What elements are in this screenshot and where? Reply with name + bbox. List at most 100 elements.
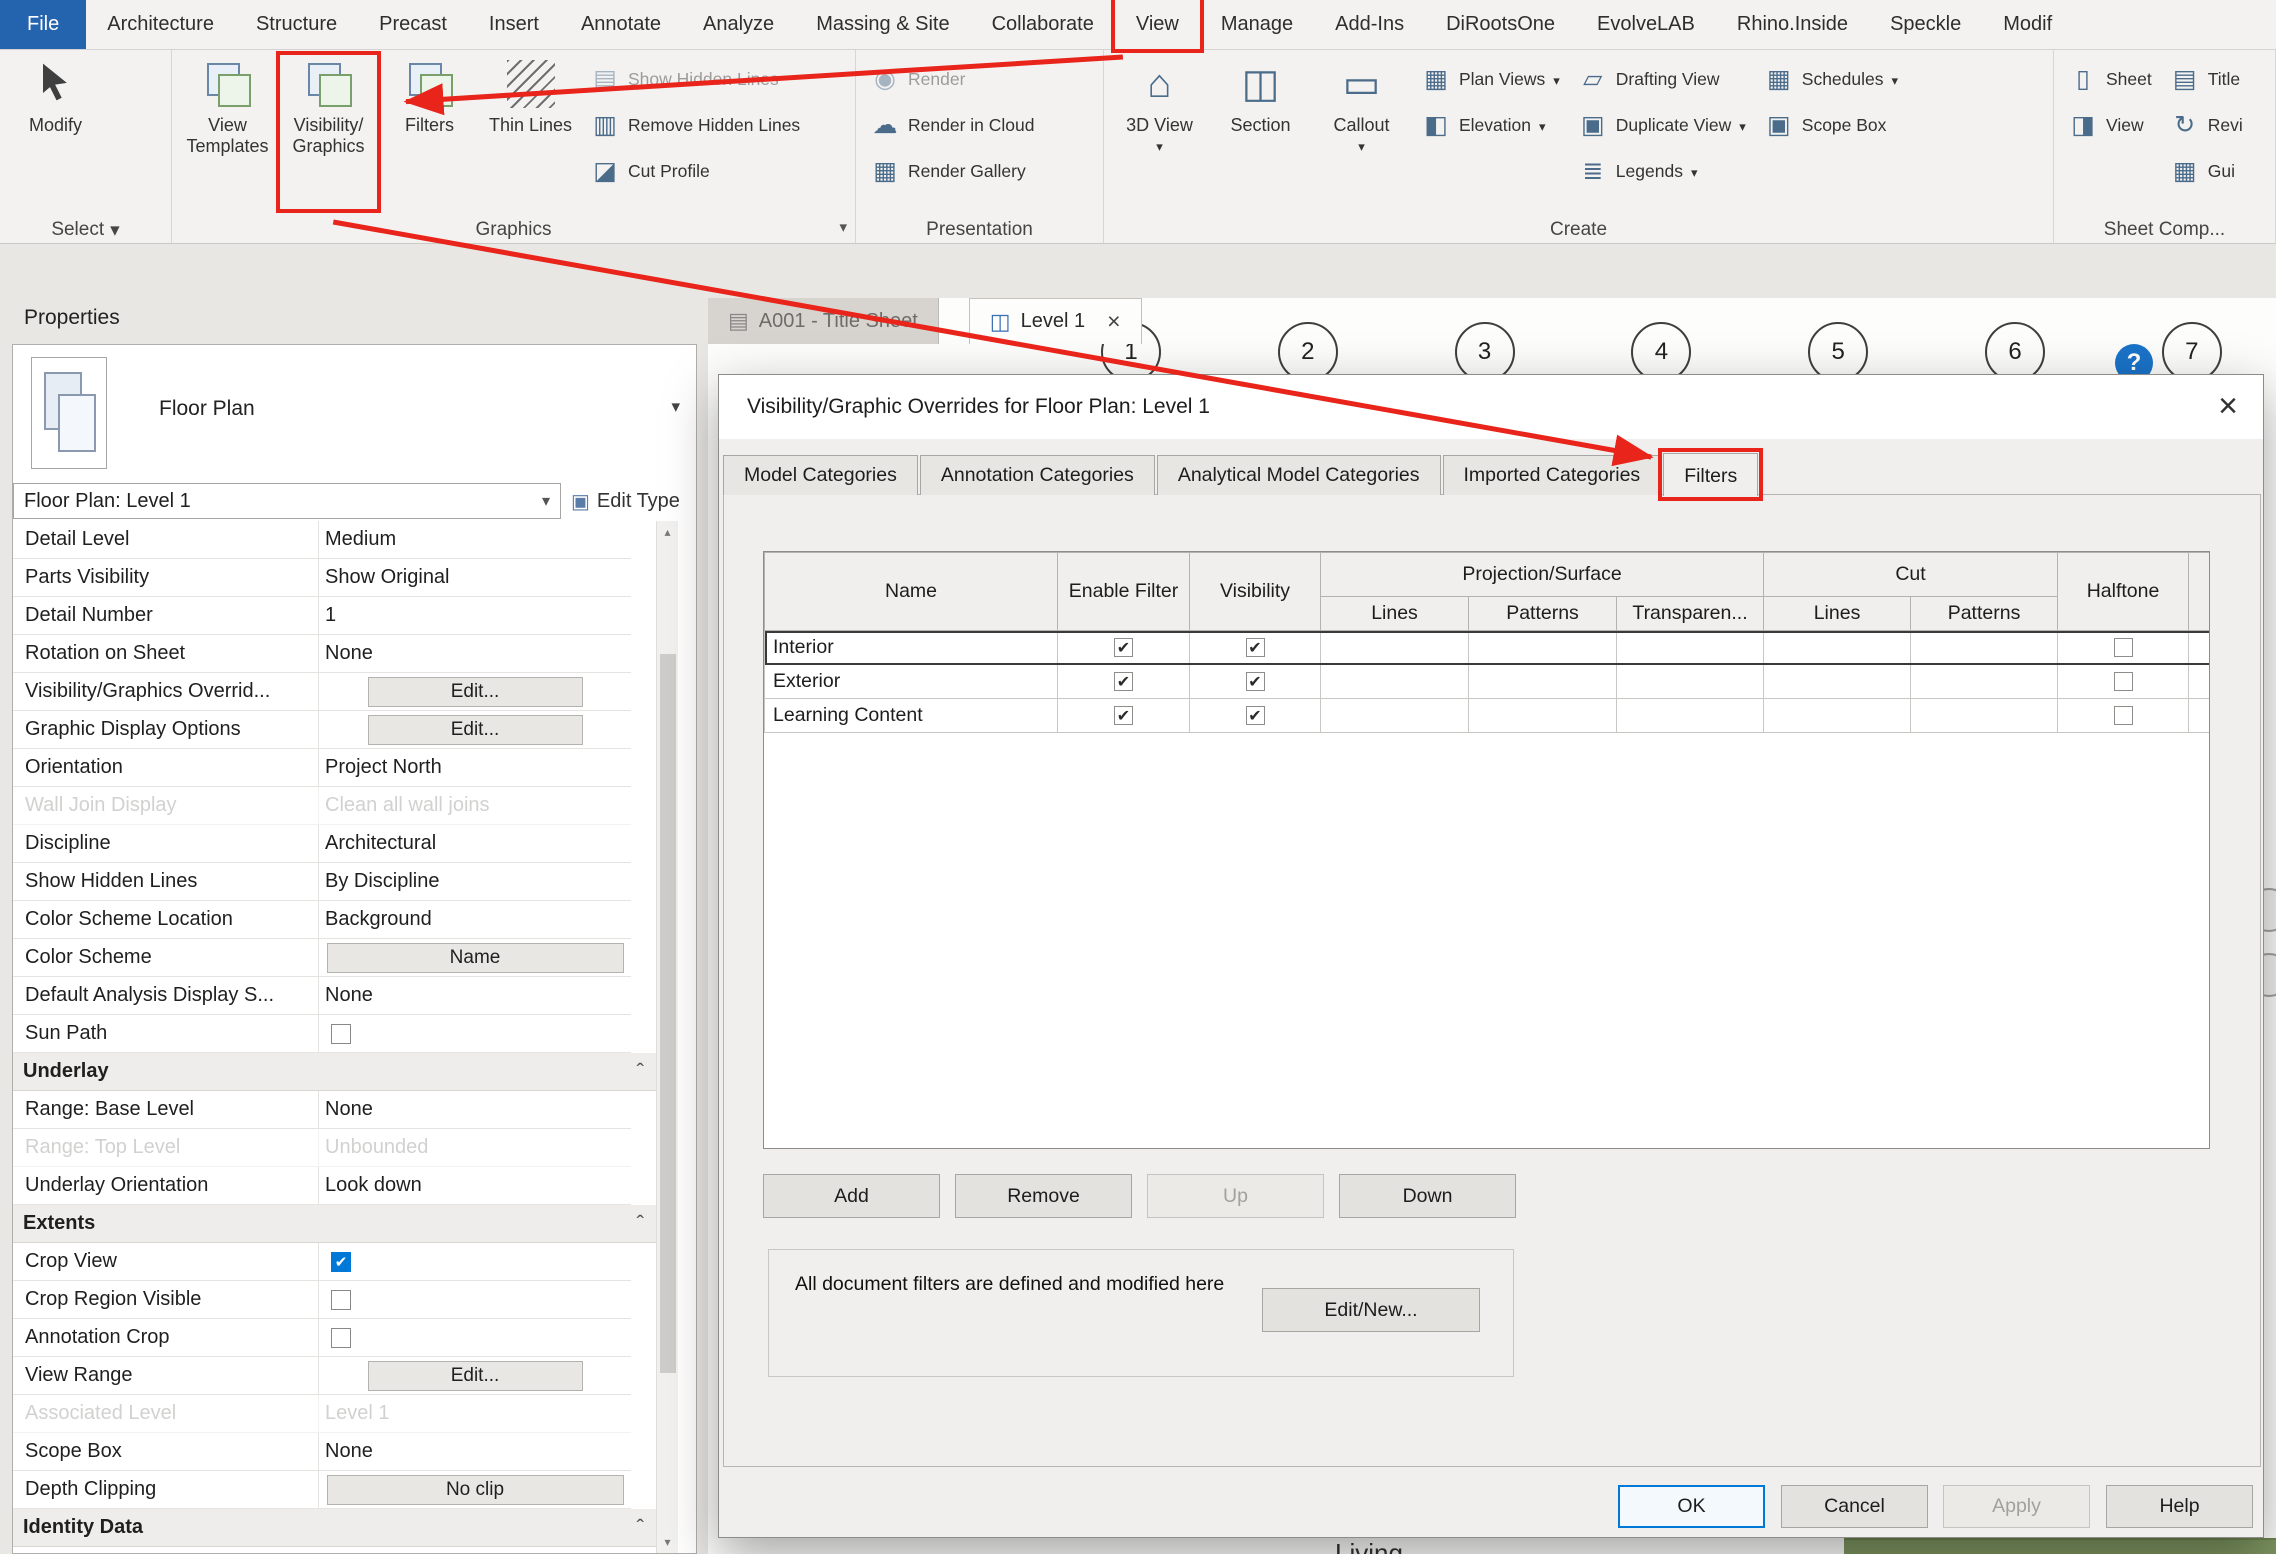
- override-cell[interactable]: [1911, 631, 2058, 665]
- enable-filter-checkbox[interactable]: ✔: [1114, 706, 1133, 725]
- ribbon-button-title[interactable]: ▤Title: [2164, 58, 2249, 100]
- type-chevron-down-icon[interactable]: [671, 397, 680, 417]
- ribbon-button-render-in-cloud[interactable]: ☁Render in Cloud: [864, 104, 1040, 146]
- ribbon-button-gui[interactable]: ▦Gui: [2164, 150, 2249, 192]
- menu-tab-precast[interactable]: Precast: [358, 0, 468, 49]
- dialog-tab-analytical-model-categories[interactable]: Analytical Model Categories: [1157, 455, 1441, 495]
- visibility-checkbox[interactable]: ✔: [1246, 672, 1265, 691]
- type-selector[interactable]: Floor Plan: Level 1: [13, 483, 561, 519]
- depth-clipping-button[interactable]: No clip: [327, 1475, 624, 1505]
- ribbon-button-section[interactable]: ◫Section: [1213, 56, 1308, 208]
- scroll-down-icon[interactable]: [657, 1531, 678, 1553]
- ribbon-button-view[interactable]: ◨View: [2062, 104, 2158, 146]
- ribbon-button-schedules[interactable]: ▦Schedules ▾: [1758, 58, 1904, 100]
- ribbon-button-legends[interactable]: ≣Legends ▾: [1572, 150, 1752, 192]
- menu-tab-massing-site[interactable]: Massing & Site: [795, 0, 970, 49]
- view-range-button[interactable]: Edit...: [368, 1361, 583, 1391]
- view-tab-level-1[interactable]: ◫Level 1×: [969, 298, 1142, 344]
- halftone-checkbox[interactable]: [2114, 706, 2133, 725]
- filter-row-learning-content[interactable]: Learning Content ✔ ✔: [765, 699, 2211, 733]
- visibility-graphics-overrid-button[interactable]: Edit...: [368, 677, 583, 707]
- ribbon-panel-label-select[interactable]: Select▾: [0, 217, 171, 243]
- override-cell[interactable]: [1321, 699, 1469, 733]
- menu-tab-speckle[interactable]: Speckle: [1869, 0, 1982, 49]
- ribbon-button-drafting-view[interactable]: ▱Drafting View: [1572, 58, 1752, 100]
- override-cell[interactable]: [1617, 665, 1764, 699]
- override-cell[interactable]: [1321, 665, 1469, 699]
- ribbon-button-visibility-graphics[interactable]: Visibility/ Graphics: [281, 56, 376, 208]
- ribbon-button-sheet[interactable]: ▯Sheet: [2062, 58, 2158, 100]
- menu-tab-evolvelab[interactable]: EvolveLAB: [1576, 0, 1716, 49]
- ribbon-button-cut-profile[interactable]: ◪Cut Profile: [584, 150, 806, 192]
- sun-path-checkbox[interactable]: [331, 1024, 351, 1044]
- halftone-checkbox[interactable]: [2114, 638, 2133, 657]
- ribbon-button-scope-box[interactable]: ▣Scope Box: [1758, 104, 1904, 146]
- ribbon-button-revi[interactable]: ↻Revi: [2164, 104, 2249, 146]
- menu-tab-view[interactable]: View: [1115, 0, 1200, 49]
- ribbon-button-3d-view[interactable]: ⌂3D View▾: [1112, 56, 1207, 208]
- override-cell[interactable]: [1911, 699, 2058, 733]
- annotation-crop-checkbox[interactable]: [331, 1328, 351, 1348]
- ribbon-button-plan-views[interactable]: ▦Plan Views ▾: [1415, 58, 1566, 100]
- override-cell[interactable]: [1469, 665, 1617, 699]
- menu-tab-modif[interactable]: Modif: [1982, 0, 2073, 49]
- visibility-cell[interactable]: ✔: [1190, 699, 1321, 733]
- panel-expander-icon[interactable]: [839, 218, 847, 236]
- visibility-cell[interactable]: ✔: [1190, 631, 1321, 665]
- menu-tab-file[interactable]: File: [0, 0, 86, 49]
- ribbon-button-render-gallery[interactable]: ▦Render Gallery: [864, 150, 1040, 192]
- ribbon-button-duplicate-view[interactable]: ▣Duplicate View ▾: [1572, 104, 1752, 146]
- filter-row-exterior[interactable]: Exterior ✔ ✔: [765, 665, 2211, 699]
- ok-button[interactable]: OK: [1618, 1485, 1765, 1528]
- help-button[interactable]: Help: [2106, 1485, 2253, 1528]
- ribbon-button-elevation[interactable]: ◧Elevation ▾: [1415, 104, 1566, 146]
- scroll-up-icon[interactable]: [657, 521, 678, 543]
- menu-tab-dirootsone[interactable]: DiRootsOne: [1425, 0, 1576, 49]
- filter-name[interactable]: Interior: [765, 631, 1058, 665]
- override-cell[interactable]: [1469, 699, 1617, 733]
- view-tab-a001-title-sheet[interactable]: ▤A001 - Title Sheet: [708, 298, 939, 344]
- menu-tab-rhino-inside[interactable]: Rhino.Inside: [1716, 0, 1869, 49]
- remove-button[interactable]: Remove: [955, 1174, 1132, 1218]
- ribbon-button-view-templates[interactable]: View Templates: [180, 56, 275, 208]
- visibility-checkbox[interactable]: ✔: [1246, 638, 1265, 657]
- scrollbar-thumb[interactable]: [660, 654, 676, 1373]
- property-section-extents[interactable]: Extents: [13, 1205, 656, 1243]
- override-cell[interactable]: [1469, 631, 1617, 665]
- enable-filter-checkbox[interactable]: ✔: [1114, 672, 1133, 691]
- dialog-tab-filters[interactable]: Filters: [1663, 453, 1758, 496]
- menu-tab-annotate[interactable]: Annotate: [560, 0, 682, 49]
- filter-name[interactable]: Exterior: [765, 665, 1058, 699]
- visibility-checkbox[interactable]: ✔: [1246, 706, 1265, 725]
- override-cell[interactable]: [1764, 699, 1911, 733]
- halftone-cell[interactable]: [2058, 631, 2189, 665]
- enable-filter-cell[interactable]: ✔: [1058, 665, 1190, 699]
- down-button[interactable]: Down: [1339, 1174, 1516, 1218]
- crop-view-checkbox[interactable]: ✔: [331, 1252, 351, 1272]
- menu-tab-analyze[interactable]: Analyze: [682, 0, 795, 49]
- override-cell[interactable]: [1321, 631, 1469, 665]
- dialog-tab-annotation-categories[interactable]: Annotation Categories: [920, 455, 1155, 495]
- enable-filter-checkbox[interactable]: ✔: [1114, 638, 1133, 657]
- color-scheme-button[interactable]: Name: [327, 943, 624, 973]
- ribbon-button-thin-lines[interactable]: Thin Lines: [483, 56, 578, 208]
- visibility-cell[interactable]: ✔: [1190, 665, 1321, 699]
- menu-tab-structure[interactable]: Structure: [235, 0, 358, 49]
- edit-type-button[interactable]: Edit Type: [571, 483, 680, 519]
- dialog-tab-model-categories[interactable]: Model Categories: [723, 455, 918, 495]
- filter-row-interior[interactable]: Interior ✔ ✔: [765, 631, 2211, 665]
- filter-name[interactable]: Learning Content: [765, 699, 1058, 733]
- halftone-cell[interactable]: [2058, 665, 2189, 699]
- ribbon-button-filters[interactable]: Filters: [382, 56, 477, 208]
- override-cell[interactable]: [1764, 665, 1911, 699]
- menu-tab-add-ins[interactable]: Add-Ins: [1314, 0, 1425, 49]
- dialog-tab-imported-categories[interactable]: Imported Categories: [1443, 455, 1662, 495]
- dialog-close-icon[interactable]: [2201, 379, 2255, 433]
- enable-filter-cell[interactable]: ✔: [1058, 699, 1190, 733]
- menu-tab-manage[interactable]: Manage: [1200, 0, 1314, 49]
- ribbon-button-modify[interactable]: Modify: [8, 56, 103, 208]
- cancel-button[interactable]: Cancel: [1781, 1485, 1928, 1528]
- enable-filter-cell[interactable]: ✔: [1058, 631, 1190, 665]
- override-cell[interactable]: [1911, 665, 2058, 699]
- override-cell[interactable]: [1617, 631, 1764, 665]
